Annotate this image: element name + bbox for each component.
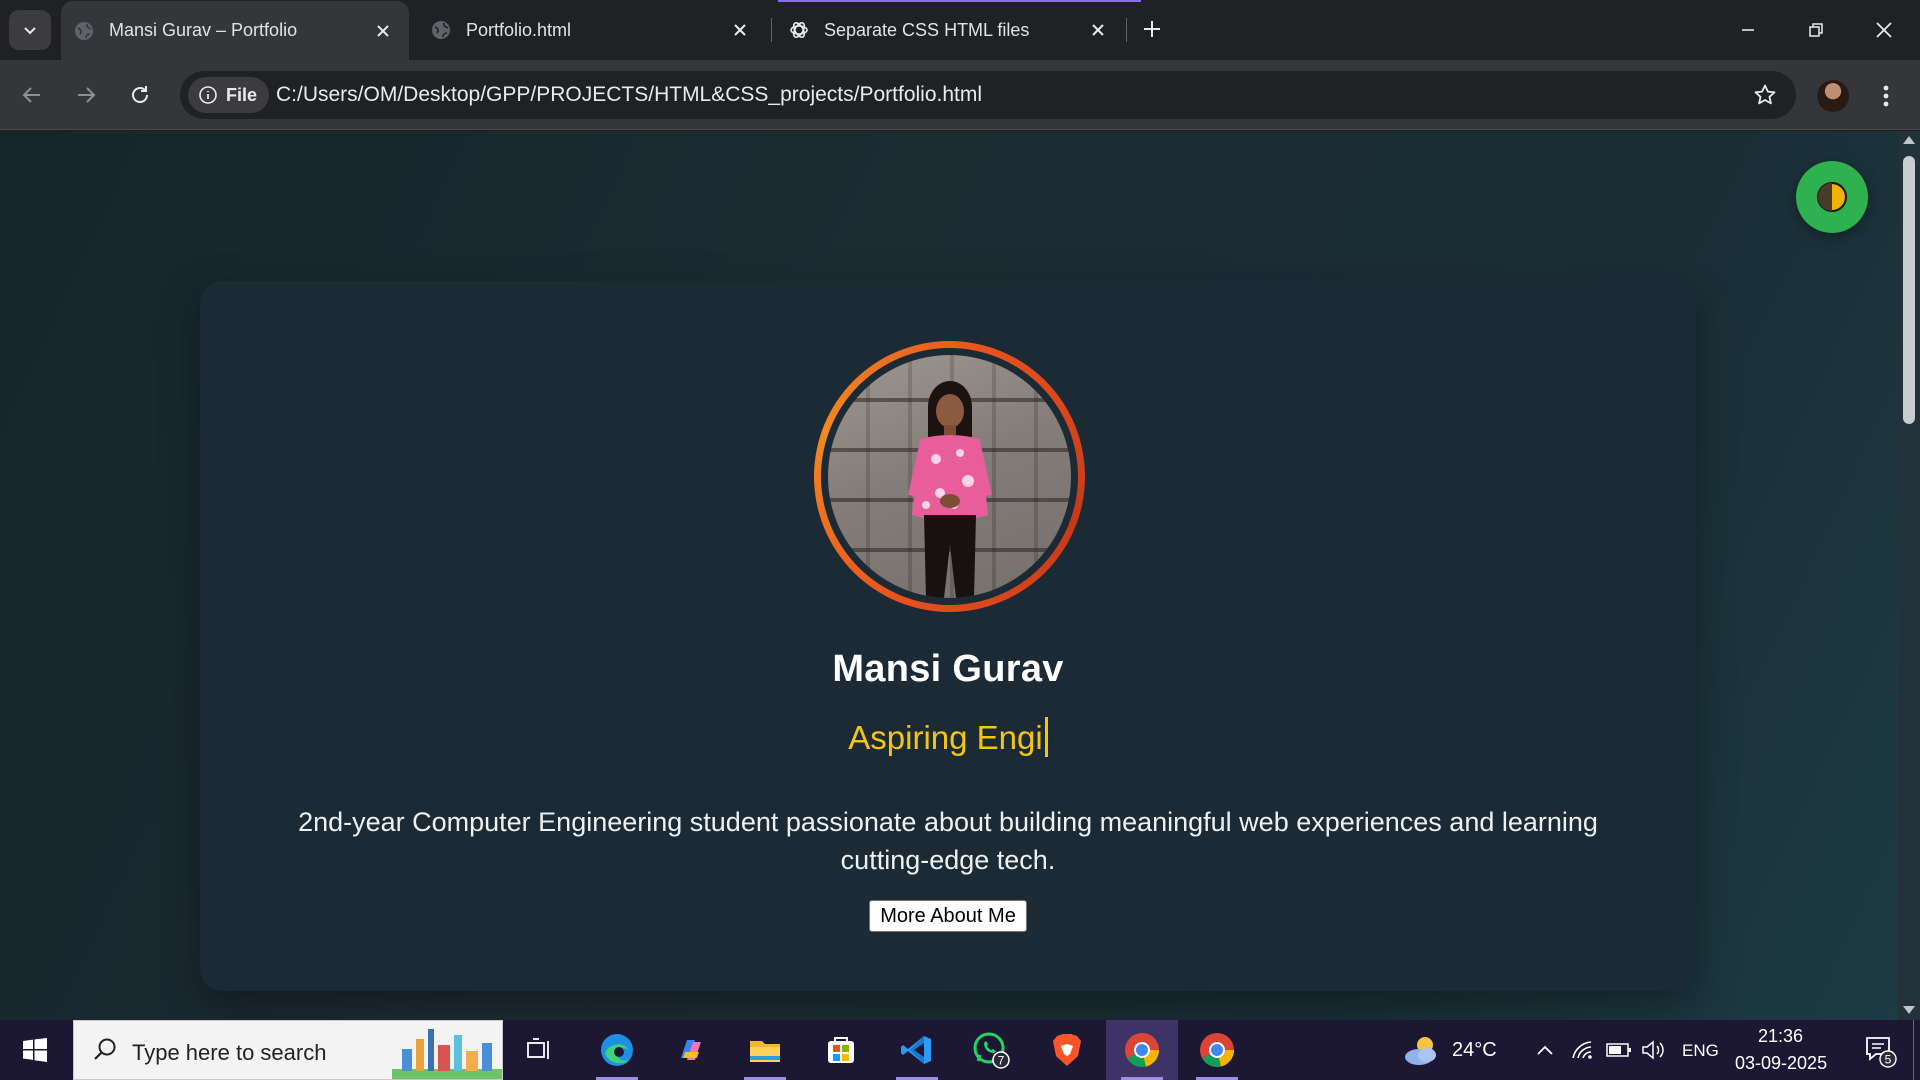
chrome-taskbar-icon[interactable] — [1186, 1020, 1248, 1080]
tab-title: Portfolio.html — [466, 19, 572, 40]
page-viewport: Mansi Gurav Aspiring Engi 2nd-year Compu… — [0, 131, 1898, 1020]
site-info-chip[interactable]: File — [188, 77, 270, 113]
clock-date[interactable]: 03-09-2025 — [1735, 1053, 1827, 1074]
chatgpt-icon — [788, 19, 810, 41]
chrome-icon — [1125, 1033, 1160, 1068]
tab-title: Mansi Gurav – Portfolio — [109, 20, 298, 40]
microsoft-store-taskbar-icon[interactable] — [810, 1020, 872, 1080]
browser-toolbar: File C:/Users/OM/Desktop/GPP/PROJECTS/HT… — [0, 60, 1920, 130]
brave-taskbar-icon[interactable] — [1036, 1020, 1098, 1080]
show-desktop-button[interactable] — [1913, 1020, 1920, 1080]
profile-name: Mansi Gurav — [832, 648, 1064, 690]
hero-card: Mansi Gurav Aspiring Engi 2nd-year Compu… — [200, 281, 1696, 991]
whatsapp-badge: 7 — [998, 1054, 1005, 1068]
close-window-button[interactable] — [1862, 8, 1906, 52]
vscode-taskbar-icon[interactable] — [886, 1020, 948, 1080]
weather-temperature[interactable]: 24°C — [1452, 1039, 1497, 1062]
profile-photo-ring — [814, 341, 1085, 612]
windows-logo-icon — [23, 1038, 47, 1062]
search-placeholder: Type here to search — [132, 1040, 327, 1065]
task-view-icon — [527, 1038, 549, 1059]
tab-separator — [771, 18, 772, 42]
tab-portfolio-active[interactable]: Mansi Gurav – Portfolio — [61, 1, 409, 60]
speaker-icon — [1642, 1040, 1664, 1060]
bio-text: 2nd-year Computer Engineering student pa… — [298, 807, 1598, 875]
profile-avatar[interactable] — [1817, 80, 1849, 112]
battery-status[interactable] — [1602, 1020, 1636, 1080]
file-explorer-taskbar-icon[interactable] — [734, 1020, 796, 1080]
restore-icon — [1809, 23, 1823, 37]
plus-icon — [1144, 21, 1160, 37]
weather-widget[interactable] — [1394, 1020, 1448, 1080]
whatsapp-taskbar-icon[interactable]: 7 — [960, 1020, 1022, 1080]
clock-time[interactable]: 21:36 — [1758, 1026, 1803, 1047]
taskbar-search-box[interactable]: Type here to search — [73, 1020, 503, 1080]
chrome-taskbar-icon-active[interactable] — [1106, 1020, 1178, 1080]
globe-icon — [73, 20, 95, 42]
volume-control[interactable] — [1636, 1020, 1670, 1080]
tab-separate-css[interactable]: Separate CSS HTML files — [776, 0, 1124, 60]
network-status[interactable] — [1566, 1020, 1600, 1080]
notification-count: 5 — [1885, 1053, 1892, 1067]
chrome-icon — [1200, 1033, 1235, 1068]
close-icon — [1876, 22, 1892, 38]
minimize-icon — [1742, 29, 1754, 31]
partly-cloudy-icon — [1405, 1037, 1436, 1065]
new-tab-button[interactable] — [1136, 13, 1168, 45]
chip-label: File — [226, 84, 258, 105]
start-button[interactable] — [4, 1020, 66, 1080]
typing-cursor — [1044, 717, 1048, 757]
more-about-me-button[interactable]: More About Me — [869, 900, 1027, 932]
notification-center-button[interactable]: 5 — [1854, 1020, 1906, 1080]
arrow-left-icon — [22, 87, 40, 103]
notification-icon: 5 — [1866, 1037, 1897, 1068]
browser-menu-button[interactable] — [1874, 78, 1898, 114]
show-hidden-icons-button[interactable] — [1528, 1020, 1562, 1080]
globe-icon — [430, 19, 452, 41]
wifi-icon — [1572, 1041, 1592, 1059]
input-language[interactable]: ENG — [1682, 1041, 1719, 1061]
more-vertical-icon — [1883, 85, 1889, 107]
tab-separator — [1126, 18, 1127, 42]
close-tab-icon[interactable] — [1084, 16, 1112, 44]
bookmark-star-icon[interactable] — [1752, 82, 1778, 108]
scroll-down-arrow-icon[interactable] — [1903, 1006, 1915, 1014]
battery-icon — [1606, 1043, 1631, 1057]
copilot-taskbar-icon[interactable] — [660, 1020, 722, 1080]
chevron-down-icon — [24, 27, 36, 35]
address-bar[interactable]: File C:/Users/OM/Desktop/GPP/PROJECTS/HT… — [180, 71, 1796, 119]
contrast-icon — [1817, 182, 1847, 212]
tab-title: Separate CSS HTML files — [824, 19, 1030, 40]
tab-search-button[interactable] — [9, 10, 51, 50]
search-icon — [94, 1038, 116, 1060]
close-tab-icon[interactable] — [369, 17, 397, 45]
reload-icon — [132, 86, 148, 103]
chevron-up-icon — [1537, 1045, 1553, 1055]
profile-photo — [828, 355, 1071, 598]
theme-toggle-button[interactable] — [1796, 161, 1868, 233]
task-view-button[interactable] — [508, 1020, 570, 1080]
scrollbar-thumb[interactable] — [1903, 156, 1915, 424]
typed-role-text: Aspiring Engi — [200, 717, 1696, 757]
minimize-button[interactable] — [1726, 8, 1770, 52]
scroll-up-arrow-icon[interactable] — [1903, 136, 1915, 144]
typed-role: Aspiring Engi — [848, 719, 1043, 756]
close-tab-icon[interactable] — [726, 16, 754, 44]
tab-strip: Mansi Gurav – Portfolio Portfolio.html S… — [0, 0, 1920, 60]
restore-button[interactable] — [1794, 8, 1838, 52]
search-highlight-illustration-icon — [392, 1029, 502, 1079]
edge-taskbar-icon[interactable] — [586, 1020, 648, 1080]
tab-portfolio-html[interactable]: Portfolio.html — [418, 0, 766, 60]
forward-button[interactable] — [68, 77, 104, 113]
reload-button[interactable] — [122, 77, 158, 113]
windows-taskbar: Type here to search 7 24°C ENG 21:36 03-… — [0, 1020, 1920, 1080]
info-icon — [199, 86, 217, 104]
url-text[interactable]: C:/Users/OM/Desktop/GPP/PROJECTS/HTML&CS… — [276, 83, 982, 107]
arrow-right-icon — [78, 87, 96, 103]
back-button[interactable] — [14, 77, 50, 113]
